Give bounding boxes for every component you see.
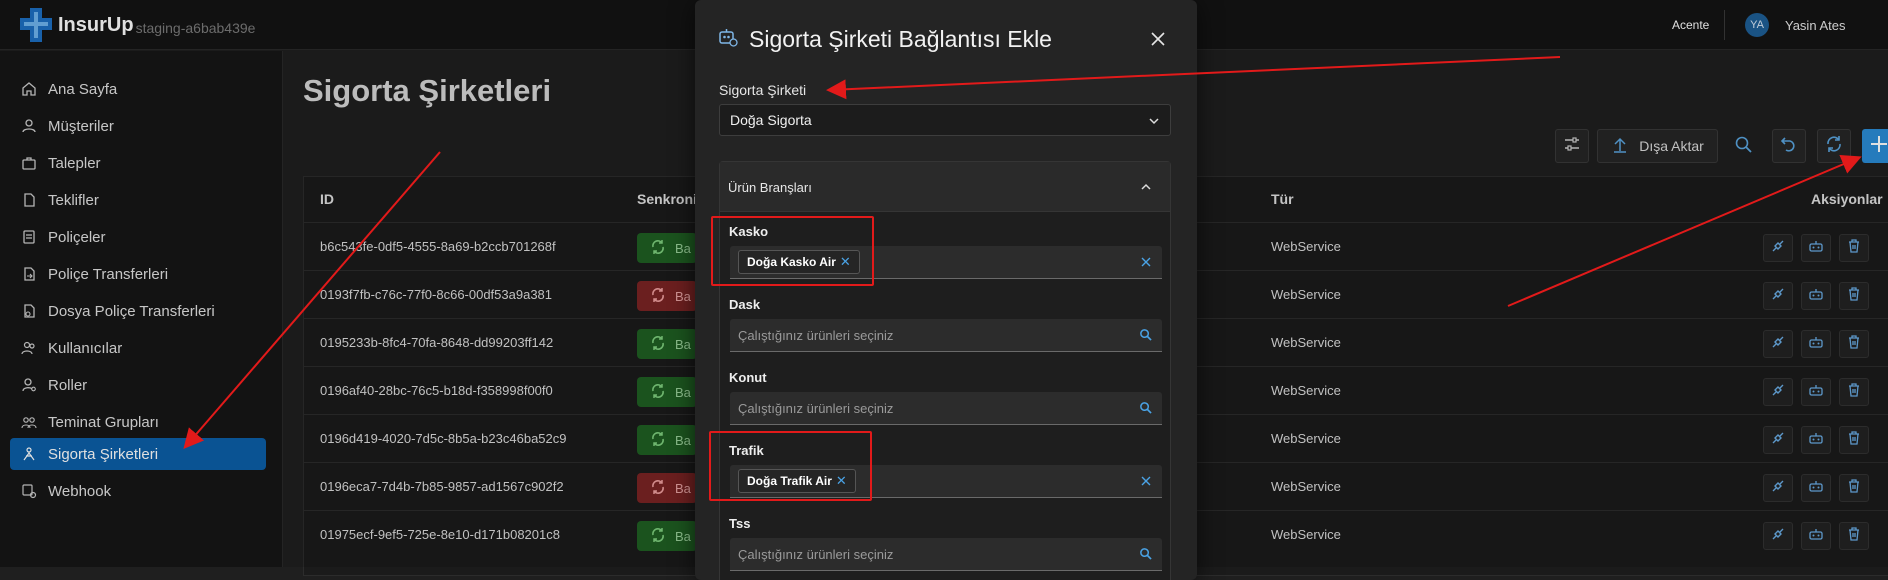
branch-multiselect[interactable]: Çalıştığınız ürünleri seçiniz <box>730 538 1162 571</box>
robot-icon <box>717 26 739 53</box>
product-branches-title: Ürün Branşları <box>728 180 812 195</box>
placeholder-text: Çalıştığınız ürünleri seçiniz <box>738 327 894 343</box>
clear-icon[interactable] <box>1140 474 1152 492</box>
close-button[interactable] <box>1147 30 1169 52</box>
search-icon <box>1139 401 1152 419</box>
clear-icon[interactable] <box>1140 255 1152 273</box>
placeholder-text: Çalıştığınız ürünleri seçiniz <box>738 546 894 562</box>
company-select-value: Doğa Sigorta <box>730 112 812 128</box>
branch-label: Tss <box>729 516 751 531</box>
search-icon <box>1139 328 1152 346</box>
chevron-down-icon <box>1148 114 1160 130</box>
branch-label: Dask <box>729 297 761 312</box>
modal-title: Sigorta Şirketi Bağlantısı Ekle <box>749 26 1052 52</box>
annotation-box-kasko <box>711 216 874 286</box>
modal-header: Sigorta Şirketi Bağlantısı Ekle <box>717 26 1052 53</box>
placeholder-text: Çalıştığınız ürünleri seçiniz <box>738 400 894 416</box>
chevron-up-icon <box>1140 180 1152 198</box>
branch-multiselect[interactable]: Çalıştığınız ürünleri seçiniz <box>730 392 1162 425</box>
branch-multiselect[interactable]: Çalıştığınız ürünleri seçiniz <box>730 319 1162 352</box>
company-select[interactable]: Doğa Sigorta <box>719 104 1171 136</box>
search-icon <box>1139 547 1152 565</box>
close-icon <box>1151 31 1165 51</box>
product-branches-header[interactable]: Ürün Branşları <box>720 162 1170 212</box>
company-label: Sigorta Şirketi <box>719 82 807 98</box>
annotation-box-trafik <box>709 431 872 501</box>
branch-label: Konut <box>729 370 767 385</box>
